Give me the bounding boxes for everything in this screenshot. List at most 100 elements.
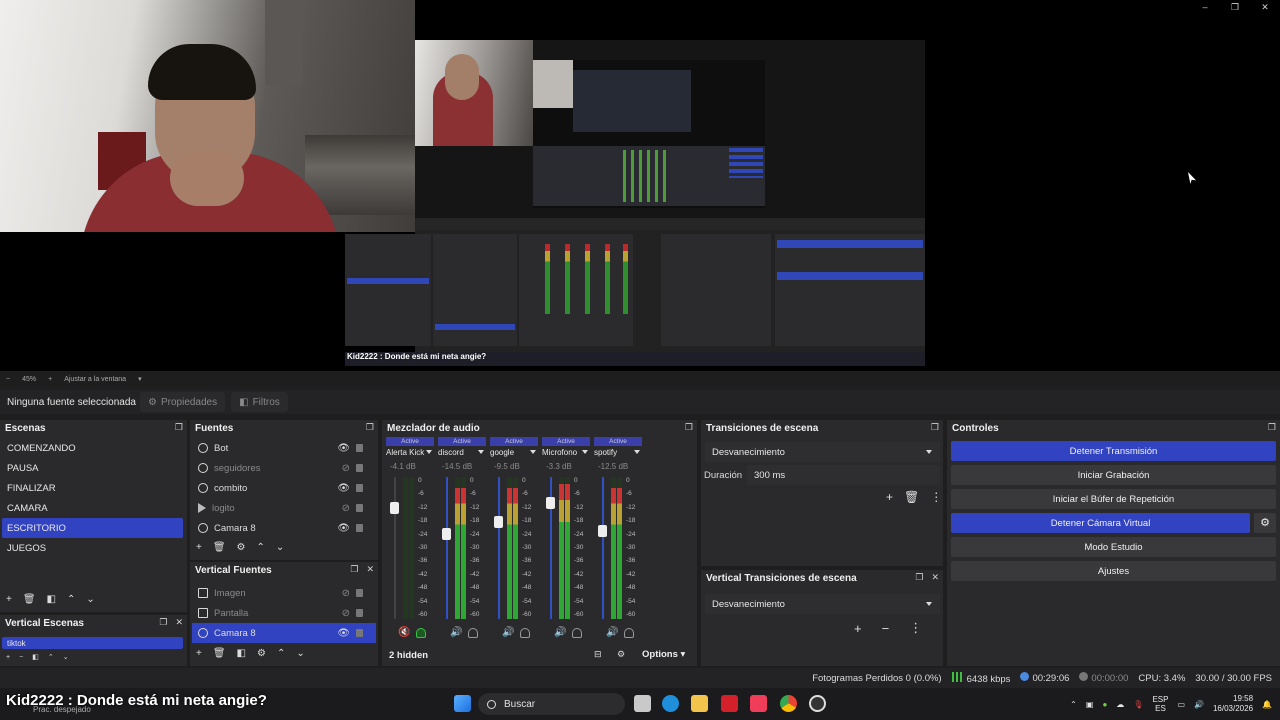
transition-select[interactable]: Desvanecimiento <box>705 442 940 462</box>
undock-icon[interactable]: ❐ <box>366 422 374 433</box>
lock-icon[interactable] <box>356 629 363 637</box>
volume-slider-track[interactable] <box>498 477 500 619</box>
lock-icon[interactable] <box>356 524 363 532</box>
headphones-icon[interactable] <box>416 628 426 638</box>
more-vertical-icon[interactable]: ⋮ <box>909 620 922 636</box>
lock-icon[interactable] <box>356 444 363 452</box>
move-down-button[interactable]: ⌄ <box>63 653 69 661</box>
filter-icon[interactable]: ◧ <box>32 653 39 661</box>
move-up-button[interactable]: ⌃ <box>277 648 285 659</box>
volume-slider-knob[interactable] <box>390 502 399 515</box>
remove-button[interactable]: − <box>19 654 23 661</box>
stop-virtual-camera-button[interactable]: Detener Cámara Virtual <box>951 513 1250 533</box>
eye-hidden-icon[interactable]: ⊘ <box>342 588 350 599</box>
speaker-icon[interactable]: 🔊 <box>606 627 618 638</box>
move-up-button[interactable]: ⌃ <box>48 653 54 661</box>
duration-spinbox[interactable]: 300 ms <box>747 465 940 485</box>
network-icon[interactable]: ▭ <box>1177 700 1185 709</box>
file-explorer-icon[interactable] <box>691 695 708 712</box>
windows-start-icon[interactable] <box>454 695 471 712</box>
volume-slider-track[interactable] <box>394 477 396 619</box>
clock[interactable]: 19:58 16/03/2026 <box>1213 694 1253 714</box>
more-vertical-icon[interactable]: ⋮ <box>930 490 942 504</box>
eye-icon[interactable]: 👁 <box>337 628 350 639</box>
lock-icon[interactable] <box>356 589 363 597</box>
speaker-icon[interactable]: 🔇 <box>398 627 410 638</box>
stop-streaming-button[interactable]: Detener Transmisión <box>951 441 1276 461</box>
maximize-button[interactable]: ❐ <box>1220 0 1250 14</box>
volume-slider-knob[interactable] <box>546 496 555 509</box>
scene-item[interactable]: COMENZANDO <box>2 438 183 458</box>
filter-icon[interactable]: ◧ <box>237 648 246 659</box>
volume-slider-knob[interactable] <box>442 527 451 540</box>
scene-item[interactable]: PAUSA <box>2 458 183 478</box>
mixer-options-button[interactable]: Options ▾ <box>642 649 685 660</box>
close-icon[interactable]: ✕ <box>931 572 939 583</box>
start-recording-button[interactable]: Iniciar Grabación <box>951 465 1276 485</box>
add-source-button[interactable]: + <box>196 542 202 553</box>
move-up-button[interactable]: ⌃ <box>67 594 75 605</box>
taskbar-search[interactable]: Buscar <box>478 693 625 715</box>
scene-item[interactable]: FINALIZAR <box>2 478 183 498</box>
microphone-icon[interactable]: 🎙 <box>1133 700 1143 709</box>
hidden-count[interactable]: 2 hidden <box>389 650 428 661</box>
amd-icon[interactable] <box>721 695 738 712</box>
language-indicator[interactable]: ESP ES <box>1152 695 1168 713</box>
task-view-icon[interactable] <box>634 695 651 712</box>
eye-icon[interactable]: 👁 <box>337 483 350 494</box>
volume-slider-track[interactable] <box>602 477 604 619</box>
scene-item[interactable]: JUEGOS <box>2 538 183 558</box>
advanced-audio-icon[interactable]: ⚙ <box>617 649 625 660</box>
undock-icon[interactable]: ❐ <box>1268 422 1276 433</box>
chevron-up-icon[interactable]: ⌃ <box>1070 700 1077 709</box>
move-down-button[interactable]: ⌄ <box>86 594 94 605</box>
move-up-button[interactable]: ⌃ <box>257 542 265 553</box>
undock-icon[interactable]: ❐ <box>915 572 923 583</box>
scene-item-selected[interactable]: ESCRITORIO <box>2 518 183 538</box>
lock-icon[interactable] <box>356 484 363 492</box>
gear-icon[interactable]: ⚙ <box>257 648 266 659</box>
undock-icon[interactable]: ❐ <box>350 564 358 575</box>
lock-icon[interactable] <box>356 464 363 472</box>
add-button[interactable]: + <box>6 654 10 661</box>
speaker-icon[interactable]: 🔊 <box>502 627 514 638</box>
add-transition-button[interactable]: + <box>854 621 862 636</box>
filters-button[interactable]: ◧ Filtros <box>231 392 288 412</box>
volume-slider-knob[interactable] <box>494 516 503 529</box>
preview-canvas[interactable]: Kid2222 : Donde está mi neta angie? – ❐ … <box>0 0 1280 371</box>
trash-icon[interactable]: 🗑 <box>23 594 36 605</box>
close-icon[interactable]: ✕ <box>175 617 183 628</box>
source-item[interactable]: combito 👁 <box>192 478 376 498</box>
volume-slider-knob[interactable] <box>598 524 607 537</box>
edge-icon[interactable] <box>662 695 679 712</box>
volume-icon[interactable]: 🔊 <box>1194 700 1204 709</box>
eye-icon[interactable]: 👁 <box>337 443 350 454</box>
trash-icon[interactable]: 🗑 <box>904 490 919 504</box>
add-scene-button[interactable]: + <box>6 594 12 605</box>
source-item[interactable]: logito ⊘ <box>192 498 376 518</box>
speaker-icon[interactable]: 🔊 <box>554 627 566 638</box>
remove-transition-button[interactable]: − <box>882 621 890 636</box>
headphones-icon[interactable] <box>624 628 634 638</box>
headphones-icon[interactable] <box>468 628 478 638</box>
eye-icon[interactable]: 👁 <box>337 523 350 534</box>
chevron-down-icon[interactable]: ▾ <box>138 375 142 383</box>
vertical-source-item[interactable]: Pantalla ⊘ <box>192 603 376 623</box>
start-replay-buffer-button[interactable]: Iniciar el Búfer de Repetición <box>951 489 1276 509</box>
trash-icon[interactable]: 🗑 <box>213 648 226 659</box>
undock-icon[interactable]: ❐ <box>685 422 693 433</box>
lock-icon[interactable] <box>356 504 363 512</box>
undock-icon[interactable]: ❐ <box>931 422 939 433</box>
close-button[interactable]: ✕ <box>1250 0 1280 14</box>
vertical-scene-item[interactable]: tiktok <box>2 637 183 649</box>
zoom-in-button[interactable]: + <box>48 376 52 383</box>
chevron-down-icon[interactable] <box>478 450 484 454</box>
minimize-button[interactable]: – <box>1190 0 1220 14</box>
scene-item[interactable]: CAMARA <box>2 498 183 518</box>
filter-icon[interactable]: ◧ <box>47 594 56 605</box>
source-item[interactable]: Bot 👁 <box>192 438 376 458</box>
eye-hidden-icon[interactable]: ⊘ <box>342 503 350 514</box>
eye-hidden-icon[interactable]: ⊘ <box>342 608 350 619</box>
settings-button[interactable]: Ajustes <box>951 561 1276 581</box>
source-item[interactable]: Camara 8 👁 <box>192 518 376 538</box>
